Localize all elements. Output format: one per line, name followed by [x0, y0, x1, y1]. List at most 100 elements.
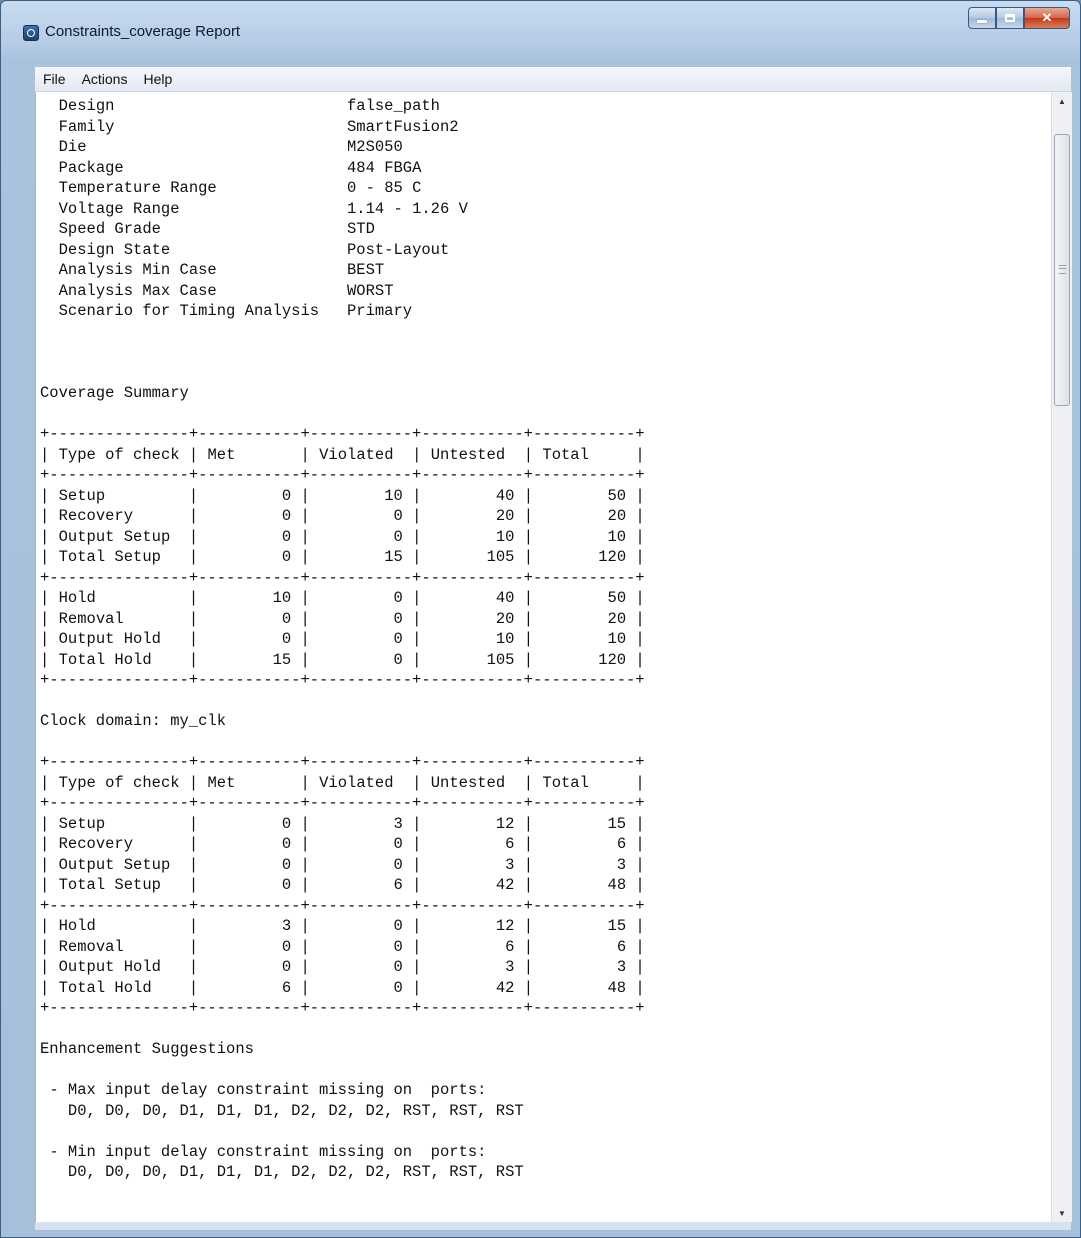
- column-header: Untested: [430, 773, 506, 792]
- table-cell: Hold: [58, 917, 96, 935]
- menu-actions[interactable]: Actions: [74, 71, 136, 87]
- report-text-area[interactable]: Design false_path Family SmartFusion2 Di…: [35, 92, 1052, 1222]
- window-title: Constraints_coverage Report: [45, 23, 241, 40]
- table-cell: 0: [393, 650, 403, 669]
- header-label: Package: [58, 158, 124, 177]
- table-cell: 0: [281, 630, 292, 648]
- table-cell: 3: [281, 917, 292, 935]
- table-cell: Setup: [58, 814, 106, 833]
- title-bar[interactable]: Constraints_coverage Report ✕: [1, 1, 1080, 59]
- report-text: Design false_path Family SmartFusion2 Di…: [40, 97, 645, 1181]
- table-cell: 42: [495, 978, 515, 997]
- table-cell: 15: [272, 650, 292, 669]
- header-label: Temperature Range: [58, 179, 217, 197]
- table-cell: Output Hold: [58, 630, 161, 648]
- header-label: Die: [58, 138, 87, 156]
- table-cell: Total Setup: [58, 548, 161, 566]
- menu-file[interactable]: File: [35, 71, 74, 87]
- table-cell: 0: [393, 589, 403, 607]
- table-cell: 10: [272, 589, 292, 607]
- table-cell: 0: [393, 937, 403, 956]
- table-cell: Output Hold: [58, 958, 161, 976]
- header-label: Design: [58, 97, 115, 115]
- table-cell: 6: [393, 876, 403, 894]
- table-cell: 0: [393, 630, 403, 648]
- header-value: 1.14 - 1.26 V: [346, 199, 468, 218]
- table-cell: Total Hold: [58, 978, 152, 997]
- table-cell: 0: [281, 855, 292, 874]
- table-cell: 3: [505, 958, 515, 976]
- header-label: Analysis Min Case: [58, 261, 217, 279]
- table-cell: 105: [486, 650, 515, 669]
- table-cell: 10: [495, 527, 515, 546]
- table-cell: 6: [616, 937, 627, 956]
- table-cell: 0: [393, 527, 403, 546]
- table-cell: 0: [281, 507, 292, 525]
- table-cell: Output Setup: [58, 527, 171, 546]
- suggestion-text: - Min input delay constraint missing on …: [49, 1142, 487, 1161]
- table-cell: 0: [393, 609, 403, 628]
- column-header: Type of check: [58, 445, 180, 464]
- report-window: Constraints_coverage Report ✕ File Actio…: [0, 0, 1081, 1238]
- scroll-down-arrow-icon[interactable]: ▼: [1052, 1204, 1072, 1222]
- table-cell: 3: [616, 958, 627, 976]
- table-cell: Setup: [58, 486, 106, 505]
- column-header: Total: [542, 445, 589, 464]
- table-cell: 3: [616, 855, 627, 874]
- scroll-thumb[interactable]: [1054, 134, 1070, 406]
- scroll-up-arrow-icon[interactable]: ▲: [1052, 92, 1072, 110]
- table-cell: 0: [393, 855, 403, 874]
- table-cell: Total Hold: [58, 650, 152, 669]
- table-cell: 0: [393, 835, 403, 853]
- table-cell: 20: [607, 507, 627, 525]
- table-cell: 6: [281, 978, 292, 997]
- table-cell: 0: [393, 507, 403, 525]
- window-bottom-edge: [35, 1222, 1071, 1230]
- close-button[interactable]: ✕: [1024, 7, 1070, 29]
- header-label: Analysis Max Case: [58, 281, 217, 300]
- table-cell: 6: [505, 937, 515, 956]
- column-header: Untested: [430, 445, 506, 464]
- header-label: Voltage Range: [58, 199, 180, 218]
- column-header: Met: [207, 773, 236, 792]
- header-value: Primary: [346, 302, 413, 320]
- table-cell: 15: [607, 917, 627, 935]
- column-header: Violated: [319, 773, 394, 792]
- table-cell: 50: [607, 486, 627, 505]
- table-cell: 105: [486, 548, 515, 566]
- table-cell: 3: [505, 855, 515, 874]
- table-cell: 40: [495, 486, 515, 505]
- header-value: SmartFusion2: [346, 117, 459, 136]
- table-cell: 120: [598, 548, 627, 566]
- header-label: Family: [58, 117, 115, 136]
- table-cell: 0: [281, 548, 292, 566]
- table-cell: 10: [607, 527, 627, 546]
- table-cell: 10: [384, 486, 403, 505]
- table-cell: 48: [607, 876, 627, 894]
- table-cell: Hold: [58, 589, 96, 607]
- window-controls: ✕: [968, 7, 1070, 29]
- menu-bar: File Actions Help: [35, 67, 1071, 92]
- header-label: Scenario for Timing Analysis: [58, 302, 320, 320]
- section-title: Coverage Summary: [40, 384, 189, 402]
- table-cell: 15: [607, 814, 627, 833]
- menu-help[interactable]: Help: [135, 71, 180, 87]
- table-cell: Total Setup: [58, 876, 161, 894]
- table-cell: 0: [281, 876, 292, 894]
- table-cell: Removal: [58, 609, 124, 628]
- table-cell: 3: [393, 814, 403, 833]
- header-value: 484 FBGA: [346, 158, 422, 177]
- maximize-button[interactable]: [996, 7, 1024, 29]
- table-cell: 12: [495, 814, 515, 833]
- minimize-button[interactable]: [968, 7, 996, 29]
- table-cell: 0: [281, 814, 292, 833]
- table-cell: 0: [393, 958, 403, 976]
- table-cell: 0: [281, 835, 292, 853]
- table-cell: 10: [607, 630, 627, 648]
- table-cell: 0: [393, 978, 403, 997]
- header-value: M2S050: [346, 138, 403, 156]
- table-cell: 0: [281, 527, 292, 546]
- table-cell: 12: [495, 917, 515, 935]
- vertical-scrollbar[interactable]: ▲ ▼: [1051, 92, 1072, 1222]
- column-header: Type of check: [58, 773, 180, 792]
